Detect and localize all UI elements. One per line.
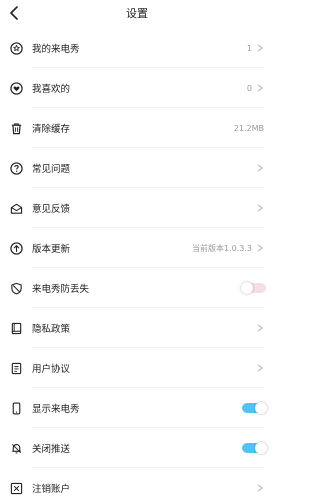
chevron-right-icon [256, 364, 264, 372]
bell-slash-icon [9, 441, 23, 455]
settings-item-label: 我的来电秀 [32, 44, 80, 55]
envelope-open-icon [9, 201, 23, 215]
phone-icon [9, 401, 23, 415]
document-icon [9, 361, 23, 375]
settings-item-update[interactable]: 版本更新 当前版本1.0.3.3 [0, 228, 274, 268]
settings-item-agreement[interactable]: 用户协议 [0, 348, 274, 388]
version-text: 当前版本1.0.3.3 [192, 243, 252, 253]
settings-item-label: 用户协议 [32, 364, 71, 375]
heart-circle-icon [9, 81, 23, 95]
settings-item-value: 21.2MB [233, 123, 264, 133]
chevron-right-icon [256, 244, 264, 252]
toggle-knob [241, 282, 253, 294]
settings-item-cancel-account[interactable]: 注销账户 [0, 468, 274, 500]
star-circle-icon [9, 41, 23, 55]
book-icon [9, 321, 23, 335]
settings-item-clear-cache[interactable]: 清除缓存 21.2MB [0, 108, 274, 148]
page-title: 设置 [126, 7, 148, 20]
header-bar: 设置 [0, 0, 274, 28]
settings-item-faq[interactable]: 常见问题 [0, 148, 274, 188]
settings-item-label: 我喜欢的 [32, 84, 71, 95]
settings-item-label: 显示来电秀 [32, 404, 80, 415]
push-toggle[interactable] [242, 442, 267, 454]
anti-lost-toggle[interactable] [241, 282, 266, 294]
chevron-right-icon [256, 484, 264, 492]
trash-icon [9, 121, 23, 135]
toggle-knob [255, 442, 267, 454]
question-circle-icon [9, 161, 23, 175]
show-caller-toggle[interactable] [242, 402, 267, 414]
settings-item-value: 0 [246, 83, 252, 93]
settings-item-label: 版本更新 [32, 244, 71, 255]
settings-item-label: 来电秀防丢失 [32, 284, 90, 295]
settings-item-label: 注销账户 [32, 484, 71, 495]
chevron-right-icon [256, 44, 264, 52]
settings-item-label: 意见反馈 [32, 204, 71, 215]
settings-item-my-likes[interactable]: 我喜欢的 0 [0, 68, 274, 108]
settings-item-push: 关闭推送 [0, 428, 274, 468]
account-x-icon [9, 481, 23, 495]
settings-item-label: 清除缓存 [32, 124, 71, 135]
chevron-right-icon [256, 204, 264, 212]
chevron-right-icon [256, 164, 264, 172]
settings-item-label: 关闭推送 [32, 444, 71, 455]
settings-item-value: 1 [246, 43, 252, 53]
settings-item-feedback[interactable]: 意见反馈 [0, 188, 274, 228]
toggle-knob [255, 402, 267, 414]
settings-item-show-caller: 显示来电秀 [0, 388, 274, 428]
settings-list: 我的来电秀 1 我喜欢的 0 清除缓存 21.2MB 常见问题 意见反馈 版本更… [0, 28, 274, 500]
settings-item-privacy[interactable]: 隐私政策 [0, 308, 274, 348]
settings-item-label: 常见问题 [32, 164, 71, 175]
chevron-right-icon [256, 324, 264, 332]
shield-slash-icon [9, 281, 23, 295]
arrow-up-circle-icon [9, 241, 23, 255]
settings-item-my-favorites[interactable]: 我的来电秀 1 [0, 28, 274, 68]
settings-item-anti-lost: 来电秀防丢失 [0, 268, 274, 308]
chevron-right-icon [256, 84, 264, 92]
settings-item-label: 隐私政策 [32, 324, 71, 335]
